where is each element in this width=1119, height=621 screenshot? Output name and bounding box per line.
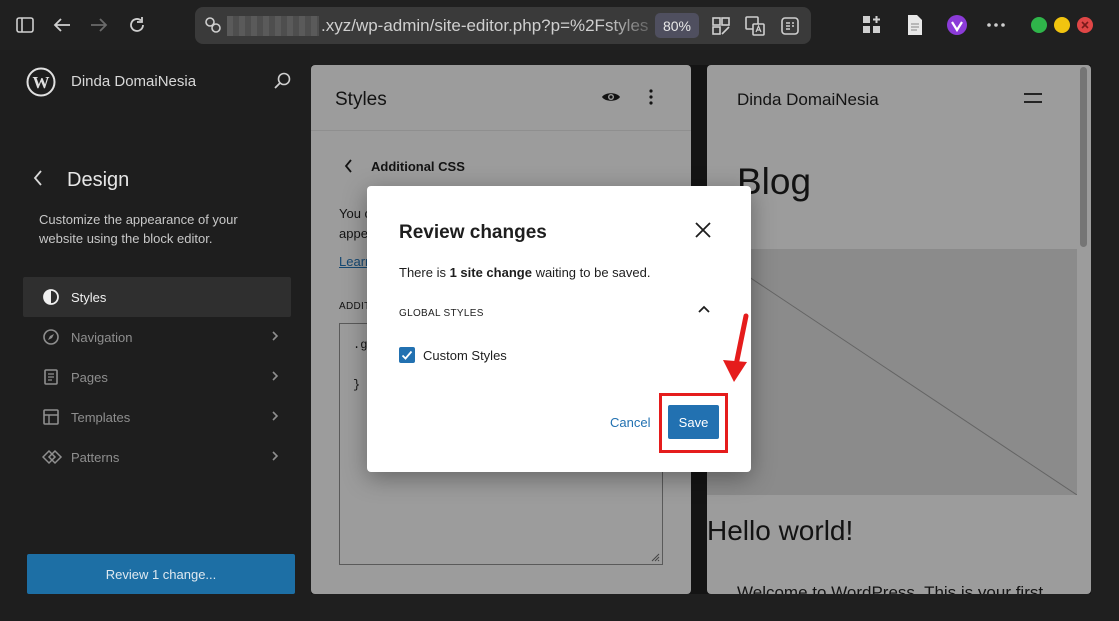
sidebar-section-title: Design: [67, 169, 130, 191]
dialog-title: Review changes: [399, 222, 547, 243]
chevron-up-icon[interactable]: [697, 304, 711, 314]
address-bar[interactable]: .xyz/wp-admin/site-editor.php?p=%2Fstyle…: [195, 7, 811, 44]
cancel-button[interactable]: Cancel: [610, 415, 650, 430]
sidebar-item-label: Patterns: [71, 450, 120, 465]
url-redacted: [227, 16, 319, 36]
sidebar-item-label: Pages: [71, 370, 108, 385]
app-grid-icon[interactable]: [711, 16, 731, 36]
zoom-level-badge[interactable]: 80%: [655, 13, 699, 38]
sidebar-item-patterns[interactable]: Patterns: [23, 437, 291, 477]
page-icon: [42, 368, 60, 386]
reader-view-icon[interactable]: [780, 16, 800, 36]
custom-styles-label[interactable]: Custom Styles: [423, 348, 507, 363]
svg-text:W: W: [33, 73, 50, 92]
dialog-message: There is 1 site change waiting to be sav…: [399, 265, 650, 280]
site-name[interactable]: Dinda DomaiNesia: [71, 73, 196, 90]
minimize-icon[interactable]: [1031, 17, 1047, 33]
wordpress-logo-icon[interactable]: W: [26, 67, 56, 97]
chevron-right-icon: [271, 329, 279, 343]
sidebar-item-label: Navigation: [71, 330, 133, 345]
chevron-right-icon: [271, 449, 279, 463]
sidebar-item-templates[interactable]: Templates: [23, 397, 291, 437]
layout-icon: [42, 408, 60, 426]
compass-icon: [42, 328, 60, 346]
site-info-icon[interactable]: [204, 16, 222, 34]
sidebar-item-label: Templates: [71, 410, 131, 425]
forward-arrow-icon[interactable]: [86, 12, 112, 38]
save-highlight-box: [659, 393, 728, 453]
document-icon[interactable]: [906, 14, 924, 36]
browser-toolbar: .xyz/wp-admin/site-editor.php?p=%2Fstyle…: [0, 0, 1119, 50]
close-window-icon[interactable]: [1077, 17, 1093, 33]
url-text[interactable]: .xyz/wp-admin/site-editor.php?p=%2Fstyle…: [321, 16, 648, 36]
chevron-right-icon: [271, 409, 279, 423]
chevron-right-icon: [271, 369, 279, 383]
close-icon[interactable]: [691, 218, 715, 242]
message-count: 1 site change: [449, 265, 532, 280]
review-changes-button[interactable]: Review 1 change...: [27, 554, 295, 594]
sidebar-description: Customize the appearance of your website…: [39, 212, 238, 246]
sidebar-item-label: Styles: [71, 290, 107, 305]
back-chevron-icon[interactable]: [32, 169, 44, 187]
change-group-label: GLOBAL STYLES: [399, 308, 484, 319]
custom-styles-checkbox[interactable]: [399, 347, 415, 363]
sidebar-item-navigation[interactable]: Navigation: [23, 317, 291, 357]
sidebar-item-styles[interactable]: Styles: [23, 277, 291, 317]
diamond-icon: [42, 448, 63, 466]
sidebar-item-pages[interactable]: Pages: [23, 357, 291, 397]
sidebar-toggle-icon[interactable]: [12, 12, 38, 38]
translate-icon[interactable]: [745, 16, 765, 36]
extension-icon[interactable]: [946, 14, 968, 36]
add-extension-icon[interactable]: [862, 15, 882, 35]
half-circle-icon: [42, 288, 60, 306]
more-options-icon[interactable]: [986, 22, 1006, 28]
back-arrow-icon[interactable]: [49, 12, 75, 38]
maximize-icon[interactable]: [1054, 17, 1070, 33]
message-prefix: There is: [399, 265, 450, 280]
reload-icon[interactable]: [124, 12, 150, 38]
search-icon[interactable]: [274, 72, 292, 90]
message-suffix: waiting to be saved.: [531, 265, 651, 280]
red-arrow-icon: [718, 312, 752, 386]
